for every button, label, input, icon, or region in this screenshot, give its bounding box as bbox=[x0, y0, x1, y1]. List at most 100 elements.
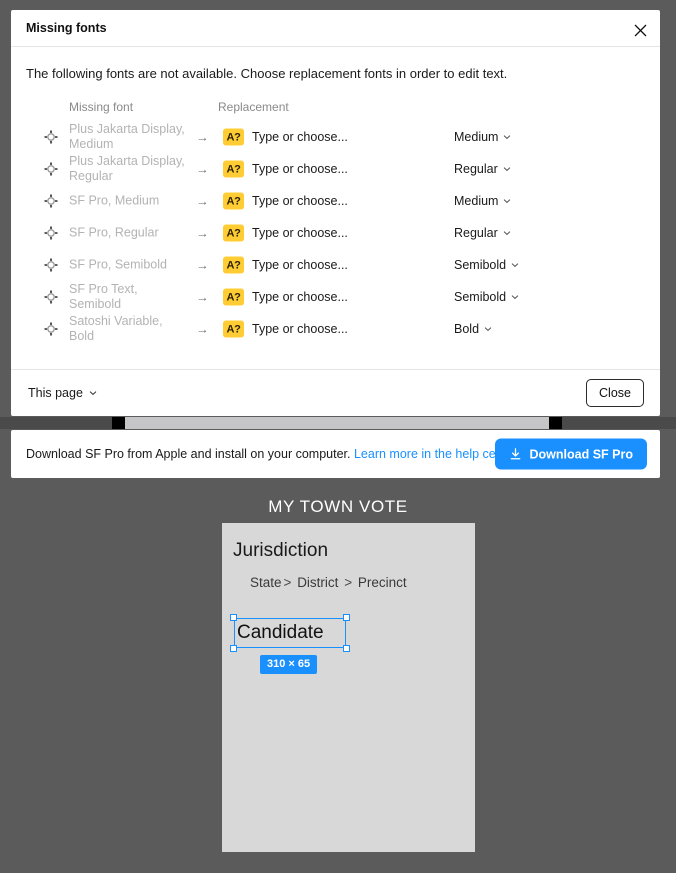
column-header-missing-font: Missing font bbox=[69, 100, 134, 114]
font-weight-select[interactable]: Medium bbox=[454, 194, 511, 208]
font-weight-value: Medium bbox=[454, 194, 499, 208]
missing-font-name: Satoshi Variable, Bold bbox=[69, 314, 163, 343]
resize-handle-top-left[interactable] bbox=[230, 614, 237, 621]
replacement-font-input[interactable]: Type or choose... bbox=[252, 162, 348, 176]
resize-handle-bottom-left[interactable] bbox=[230, 645, 237, 652]
target-icon bbox=[44, 290, 58, 304]
font-weight-select[interactable]: Medium bbox=[454, 130, 511, 144]
help-center-link[interactable]: Learn more in the help center bbox=[354, 447, 517, 461]
dialog-title: Missing fonts bbox=[26, 21, 107, 35]
column-header-replacement: Replacement bbox=[218, 100, 289, 114]
replacement-font-input[interactable]: Type or choose... bbox=[252, 322, 348, 336]
missing-fonts-dialog: Missing fonts The following fonts are no… bbox=[11, 10, 660, 416]
unknown-font-badge: A? bbox=[223, 320, 244, 338]
font-weight-value: Semibold bbox=[454, 290, 507, 304]
missing-font-name: Plus Jakarta Display, Medium bbox=[69, 122, 185, 151]
font-weight-value: Regular bbox=[454, 226, 498, 240]
arrow-right-icon: → bbox=[196, 289, 209, 305]
banner-text-static: Download SF Pro from Apple and install o… bbox=[26, 447, 351, 461]
table-row[interactable]: Plus Jakarta Display, Regular → A? Type … bbox=[11, 153, 660, 185]
download-button-label: Download SF Pro bbox=[529, 447, 633, 461]
dialog-footer: This page Close bbox=[11, 369, 660, 416]
close-icon[interactable] bbox=[629, 19, 651, 41]
target-icon bbox=[44, 162, 58, 176]
missing-font-name: SF Pro, Medium bbox=[69, 193, 160, 208]
missing-font-name: SF Pro, Semibold bbox=[69, 257, 167, 272]
font-weight-value: Regular bbox=[454, 162, 498, 176]
missing-font-name: SF Pro, Regular bbox=[69, 225, 159, 240]
chevron-down-icon bbox=[503, 229, 511, 237]
font-weight-select[interactable]: Semibold bbox=[454, 258, 519, 272]
breadcrumb-separator-1: > bbox=[283, 575, 292, 590]
arrow-right-icon: → bbox=[196, 225, 209, 241]
scrollbar-marker-right[interactable] bbox=[549, 417, 562, 429]
table-row[interactable]: SF Pro, Medium → A? Type or choose... Me… bbox=[11, 185, 660, 217]
font-weight-select[interactable]: Regular bbox=[454, 162, 511, 176]
breadcrumb: State > District > Precinct bbox=[250, 575, 407, 590]
target-icon bbox=[44, 258, 58, 272]
replacement-font-input[interactable]: Type or choose... bbox=[252, 226, 348, 240]
unknown-font-badge: A? bbox=[223, 192, 244, 210]
scrollbar-marker-left[interactable] bbox=[112, 417, 125, 429]
font-weight-value: Bold bbox=[454, 322, 480, 336]
breadcrumb-level-2: District bbox=[297, 575, 339, 590]
breadcrumb-separator-2: > bbox=[344, 575, 353, 590]
breadcrumb-level-3: Precinct bbox=[357, 575, 407, 590]
dialog-description: The following fonts are not available. C… bbox=[26, 66, 508, 81]
resize-handle-bottom-right[interactable] bbox=[343, 645, 350, 652]
arrow-right-icon: → bbox=[196, 257, 209, 273]
arrow-right-icon: → bbox=[196, 129, 209, 145]
resize-handle-top-right[interactable] bbox=[343, 614, 350, 621]
replacement-font-input[interactable]: Type or choose... bbox=[252, 194, 348, 208]
download-sf-pro-button[interactable]: Download SF Pro bbox=[494, 438, 647, 470]
target-icon bbox=[44, 194, 58, 208]
unknown-font-badge: A? bbox=[223, 128, 244, 146]
replacement-font-input[interactable]: Type or choose... bbox=[252, 130, 348, 144]
dialog-header: Missing fonts bbox=[11, 10, 660, 47]
font-weight-select[interactable]: Bold bbox=[454, 322, 492, 336]
target-icon bbox=[44, 130, 58, 144]
replacement-font-input[interactable]: Type or choose... bbox=[252, 258, 348, 272]
download-icon bbox=[509, 448, 522, 461]
font-weight-value: Semibold bbox=[454, 258, 507, 272]
app-root: MY TOWN VOTE Jurisdiction State > Distric… bbox=[0, 0, 676, 873]
chevron-down-icon bbox=[511, 261, 519, 269]
horizontal-scrollbar[interactable] bbox=[0, 417, 676, 429]
chevron-down-icon bbox=[511, 293, 519, 301]
scope-select[interactable]: This page bbox=[28, 386, 97, 400]
canvas-frame[interactable]: Jurisdiction State > District > Precinct … bbox=[222, 523, 475, 852]
table-row[interactable]: SF Pro, Regular → A? Type or choose... R… bbox=[11, 217, 660, 249]
font-weight-select[interactable]: Regular bbox=[454, 226, 511, 240]
missing-fonts-list: Plus Jakarta Display, Medium → A? Type o… bbox=[11, 121, 660, 345]
selection-size-badge: 310 × 65 bbox=[260, 655, 318, 674]
unknown-font-badge: A? bbox=[223, 256, 244, 274]
scope-value: This page bbox=[28, 386, 83, 400]
chevron-down-icon bbox=[484, 325, 492, 333]
download-font-banner: Download SF Pro from Apple and install o… bbox=[11, 430, 660, 478]
chevron-down-icon bbox=[503, 197, 511, 205]
font-weight-value: Medium bbox=[454, 130, 499, 144]
unknown-font-badge: A? bbox=[223, 160, 244, 178]
arrow-right-icon: → bbox=[196, 161, 209, 177]
close-button[interactable]: Close bbox=[586, 379, 644, 407]
unknown-font-badge: A? bbox=[223, 288, 244, 306]
chevron-down-icon bbox=[89, 389, 97, 397]
table-row[interactable]: SF Pro Text, Semibold → A? Type or choos… bbox=[11, 281, 660, 313]
scrollbar-track[interactable] bbox=[112, 417, 562, 429]
chevron-down-icon bbox=[503, 165, 511, 173]
selected-text-content: Candidate bbox=[237, 622, 324, 643]
missing-font-name: SF Pro Text, Semibold bbox=[69, 282, 138, 311]
unknown-font-badge: A? bbox=[223, 224, 244, 242]
table-row[interactable]: Plus Jakarta Display, Medium → A? Type o… bbox=[11, 121, 660, 153]
font-weight-select[interactable]: Semibold bbox=[454, 290, 519, 304]
dialog-body: The following fonts are not available. C… bbox=[11, 47, 660, 369]
selected-text-element[interactable]: Candidate bbox=[230, 614, 350, 652]
breadcrumb-level-1: State bbox=[250, 575, 282, 590]
table-row[interactable]: Satoshi Variable, Bold → A? Type or choo… bbox=[11, 313, 660, 345]
banner-message: Download SF Pro from Apple and install o… bbox=[26, 447, 517, 461]
table-row[interactable]: SF Pro, Semibold → A? Type or choose... … bbox=[11, 249, 660, 281]
replacement-font-input[interactable]: Type or choose... bbox=[252, 290, 348, 304]
arrow-right-icon: → bbox=[196, 193, 209, 209]
chevron-down-icon bbox=[503, 133, 511, 141]
target-icon bbox=[44, 226, 58, 240]
